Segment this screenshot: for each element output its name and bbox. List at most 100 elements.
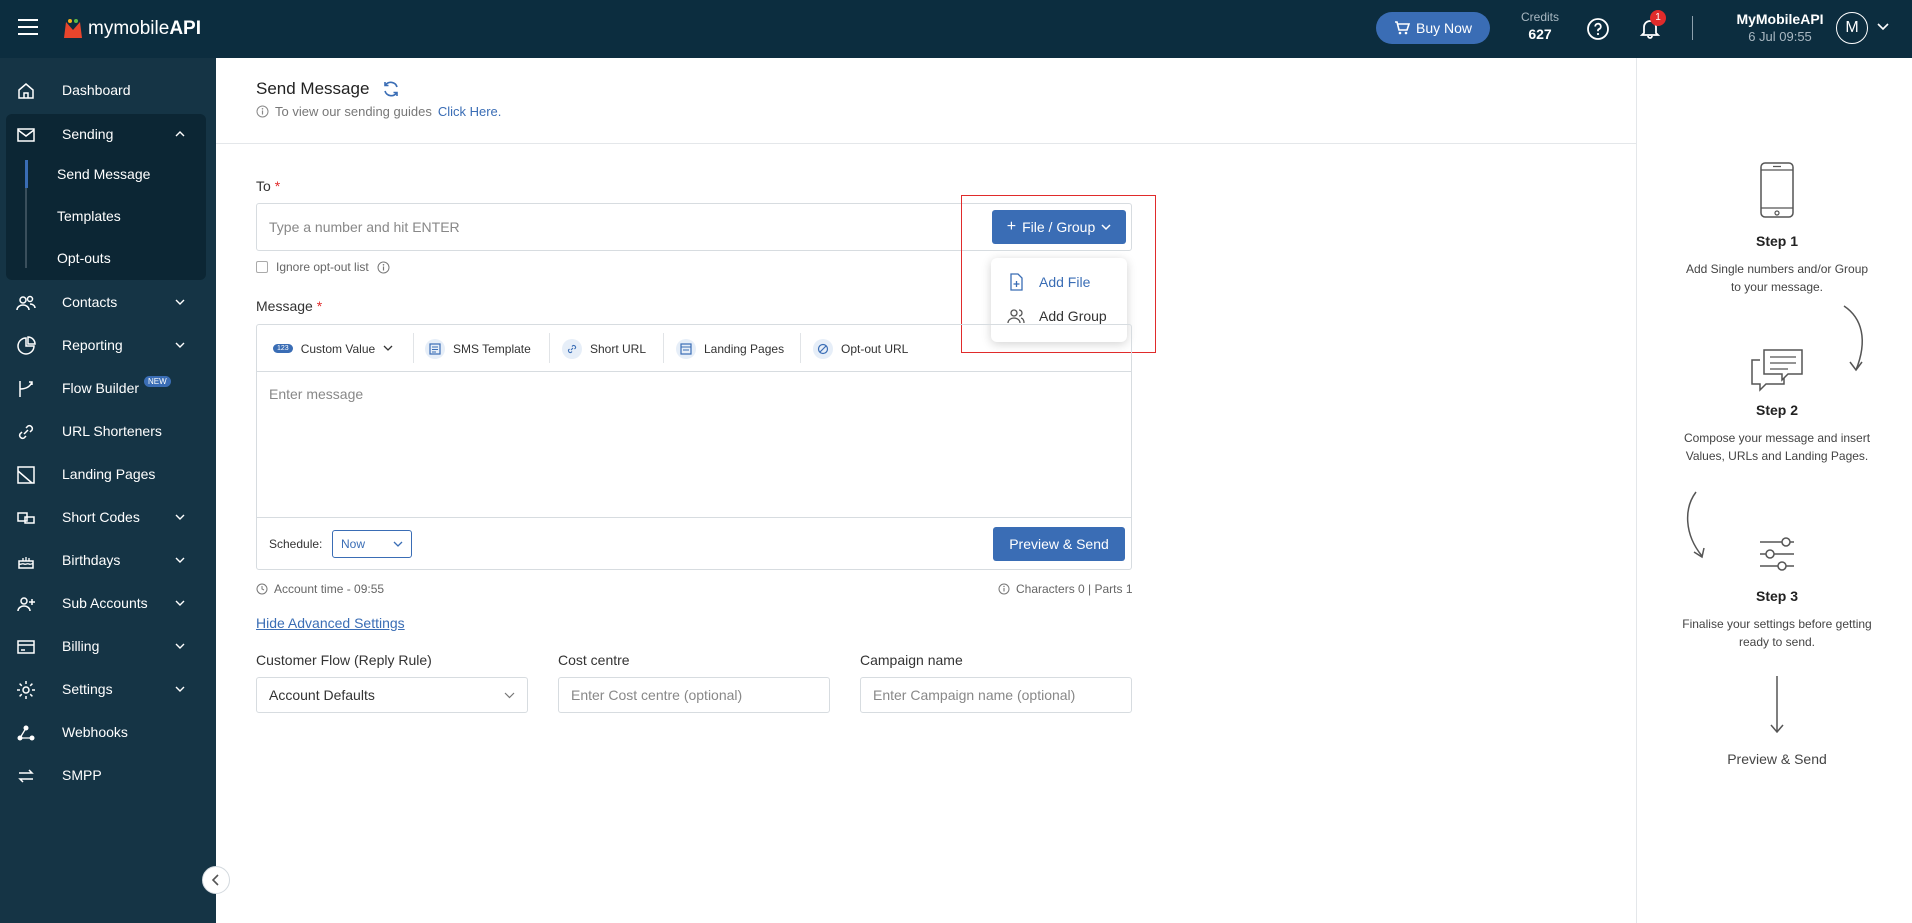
sidebar-item-contacts[interactable]: Contacts bbox=[0, 282, 216, 322]
account-name: MyMobileAPI bbox=[1736, 11, 1824, 27]
chevron-down-icon bbox=[175, 600, 185, 606]
customer-flow-select[interactable]: Account Defaults bbox=[256, 677, 528, 713]
chevron-down-icon bbox=[175, 342, 185, 348]
sidebar-item-billing[interactable]: Billing bbox=[0, 626, 216, 666]
arrow-down-icon bbox=[1770, 676, 1784, 734]
sidebar-item-webhooks[interactable]: Webhooks bbox=[0, 712, 216, 752]
sidebar-item-label: Settings bbox=[62, 681, 113, 697]
top-bar: mymobileAPI Buy Now Credits 627 1 MyMobi… bbox=[0, 0, 1912, 58]
add-file-label: Add File bbox=[1039, 274, 1091, 290]
schedule-select[interactable]: Now bbox=[332, 530, 412, 558]
menu-icon[interactable] bbox=[18, 19, 38, 35]
sidebar-item-short-codes[interactable]: Short Codes bbox=[0, 497, 216, 537]
sliders-icon bbox=[1760, 537, 1794, 571]
chevron-down-icon bbox=[175, 686, 185, 692]
gear-icon bbox=[17, 681, 35, 699]
optout-url-label: Opt-out URL bbox=[841, 341, 909, 356]
divider bbox=[549, 333, 550, 363]
chevron-down-icon bbox=[175, 514, 185, 520]
buy-now-button[interactable]: Buy Now bbox=[1376, 12, 1490, 44]
ignore-optout-row: Ignore opt-out list bbox=[256, 260, 390, 274]
sidebar-item-settings[interactable]: Settings bbox=[0, 669, 216, 709]
sms-template-button[interactable]: SMS Template bbox=[425, 325, 531, 372]
info-icon[interactable] bbox=[377, 261, 390, 274]
cart-icon bbox=[1394, 21, 1410, 35]
short-code-icon bbox=[17, 512, 35, 524]
step-2-title: Step 2 bbox=[1755, 402, 1798, 418]
sidebar-item-label: Reporting bbox=[62, 337, 123, 353]
sidebar-item-send-message[interactable]: Send Message bbox=[57, 166, 150, 182]
avatar[interactable]: M bbox=[1836, 12, 1868, 44]
collapse-sidebar-button[interactable] bbox=[202, 866, 230, 894]
sidebar-item-smpp[interactable]: SMPP bbox=[0, 755, 216, 795]
sidebar-item-reporting[interactable]: Reporting bbox=[0, 325, 216, 365]
customer-flow-label: Customer Flow (Reply Rule) bbox=[256, 652, 432, 668]
ignore-optout-checkbox[interactable] bbox=[256, 261, 268, 273]
chevron-down-icon bbox=[393, 541, 403, 547]
webhook-icon bbox=[17, 725, 35, 741]
sidebar-item-opt-outs[interactable]: Opt-outs bbox=[57, 250, 111, 266]
help-icon[interactable] bbox=[1586, 17, 1610, 41]
campaign-name-input[interactable] bbox=[873, 687, 1113, 703]
page-title: Send Message bbox=[256, 79, 370, 98]
sidebar-item-url-shorteners[interactable]: URL Shorteners bbox=[0, 411, 216, 451]
hide-advanced-settings-link[interactable]: Hide Advanced Settings bbox=[256, 615, 405, 631]
sidebar-item-landing-pages[interactable]: Landing Pages bbox=[0, 454, 216, 494]
credits: Credits 627 bbox=[1512, 10, 1568, 42]
sidebar-item-sub-accounts[interactable]: Sub Accounts bbox=[0, 583, 216, 623]
chat-bubbles-icon bbox=[1751, 349, 1803, 392]
sidebar-item-templates[interactable]: Templates bbox=[57, 208, 121, 224]
ignore-optout-label: Ignore opt-out list bbox=[276, 260, 369, 274]
to-number-input[interactable] bbox=[269, 216, 909, 238]
cost-centre-input[interactable] bbox=[571, 687, 811, 703]
chevron-down-icon bbox=[504, 692, 515, 699]
step-1-title: Step 1 bbox=[1755, 233, 1798, 249]
guide-link[interactable]: Click Here. bbox=[438, 104, 502, 119]
step-3-description: Finalise your settings before getting re… bbox=[1682, 617, 1872, 649]
file-group-button[interactable]: + File / Group bbox=[992, 210, 1126, 244]
divider bbox=[413, 333, 414, 363]
curved-arrow-icon bbox=[1686, 491, 1705, 559]
link-icon bbox=[562, 338, 582, 359]
preview-send-button[interactable]: Preview & Send bbox=[993, 527, 1125, 561]
pie-chart-icon bbox=[17, 336, 36, 355]
new-badge: NEW bbox=[144, 376, 171, 387]
chevron-down-icon bbox=[1101, 223, 1111, 230]
sidebar-item-dashboard[interactable]: Dashboard bbox=[0, 70, 216, 110]
group-icon bbox=[1007, 309, 1025, 324]
to-label: To * bbox=[256, 178, 281, 194]
chevron-left-icon bbox=[211, 874, 219, 886]
logo-mark-icon bbox=[64, 19, 82, 38]
refresh-icon[interactable] bbox=[382, 80, 400, 98]
swap-icon bbox=[18, 769, 34, 783]
divider bbox=[216, 143, 1636, 144]
home-icon bbox=[18, 83, 34, 99]
file-add-icon bbox=[1010, 273, 1023, 291]
chevron-down-icon bbox=[175, 299, 185, 305]
short-url-button[interactable]: Short URL bbox=[562, 325, 646, 372]
info-icon bbox=[256, 105, 269, 118]
landing-pages-button[interactable]: Landing Pages bbox=[676, 325, 784, 372]
sidebar-item-birthdays[interactable]: Birthdays bbox=[0, 540, 216, 580]
sidebar-item-sending[interactable]: Sending bbox=[0, 114, 216, 154]
character-count-label: Characters 0 | Parts 1 bbox=[1016, 582, 1133, 596]
account-info[interactable]: MyMobileAPI 6 Jul 09:55 bbox=[1710, 11, 1850, 44]
cake-icon bbox=[18, 557, 34, 569]
short-url-label: Short URL bbox=[590, 341, 647, 356]
custom-value-dropdown[interactable]: 123 Custom Value bbox=[273, 325, 393, 372]
chevron-down-icon[interactable] bbox=[1876, 22, 1890, 32]
active-indicator bbox=[25, 160, 28, 188]
sidebar-item-label: Contacts bbox=[62, 294, 118, 310]
sidebar-item-flow-builder[interactable]: Flow Builder NEW bbox=[0, 368, 216, 408]
chevron-down-icon bbox=[383, 345, 393, 351]
message-textarea[interactable] bbox=[257, 373, 1131, 517]
sidebar-item-label: SMPP bbox=[62, 767, 102, 783]
divider bbox=[663, 333, 664, 363]
sidebar-item-label: Billing bbox=[62, 638, 100, 654]
optout-url-button[interactable]: Opt-out URL bbox=[813, 325, 908, 372]
users-icon bbox=[16, 295, 36, 311]
message-label: Message * bbox=[256, 298, 323, 314]
campaign-name-field bbox=[860, 677, 1132, 713]
logo[interactable]: mymobileAPI bbox=[62, 16, 201, 42]
add-file-option[interactable]: Add File bbox=[991, 265, 1127, 299]
